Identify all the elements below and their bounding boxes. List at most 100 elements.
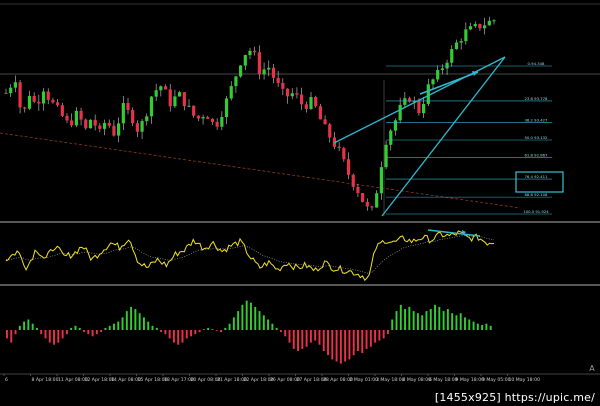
candle-body [300, 94, 304, 105]
histogram-bar [464, 317, 466, 330]
candle-body [304, 104, 308, 109]
candle-body [168, 89, 172, 107]
histogram-bar [113, 323, 115, 330]
histogram-bar [374, 330, 377, 343]
candle-body [248, 50, 252, 56]
histogram-bar [65, 330, 68, 335]
histogram-bar [100, 330, 103, 333]
histogram-bar [292, 330, 295, 349]
histogram-bar [331, 330, 334, 360]
histogram-bar [271, 323, 274, 330]
histogram-bar [108, 325, 111, 330]
candle-body [239, 65, 243, 77]
histogram-bar [220, 330, 222, 333]
candle-body [384, 144, 388, 168]
histogram-bar [309, 330, 312, 343]
histogram-bar [344, 330, 347, 362]
histogram-bar [44, 330, 47, 339]
histogram-bar [485, 323, 488, 330]
candle-body [417, 101, 421, 114]
candle-body [323, 119, 327, 125]
histogram-bar [241, 304, 244, 330]
candle-body [220, 117, 224, 127]
candle-body [361, 193, 365, 202]
histogram-bar [23, 321, 26, 330]
candle-body [41, 91, 46, 104]
candle-body [370, 206, 374, 208]
histogram-bar [155, 327, 158, 330]
time-tick-label: 9 May 18:00 [456, 377, 485, 383]
candle-body [163, 86, 168, 90]
histogram-bar [434, 304, 436, 330]
histogram-bar [117, 321, 120, 330]
histogram-bar [284, 330, 287, 337]
histogram-bar [455, 315, 458, 330]
histogram-bar [95, 330, 98, 335]
candle-body [356, 186, 360, 194]
histogram-bar [327, 330, 329, 356]
histogram-bar [70, 327, 73, 330]
histogram-bar [301, 330, 304, 349]
candle-body [140, 121, 144, 132]
histogram-bar [215, 330, 218, 331]
histogram-bar [104, 327, 107, 330]
histogram-bar [245, 300, 248, 330]
histogram-bar [138, 313, 141, 330]
histogram-bar [348, 330, 351, 360]
candle-body [107, 122, 111, 126]
candle-body [285, 88, 290, 97]
candle-body [79, 110, 83, 120]
fib-level-label: 88.6 92.108 [525, 192, 549, 197]
candle-body [436, 69, 440, 80]
candle-body [271, 67, 276, 78]
candle-body [346, 159, 351, 175]
candle-body [84, 119, 88, 129]
time-tick-label: 6 [5, 377, 8, 383]
candle-body [487, 20, 491, 26]
histogram-bar [185, 330, 188, 339]
candle-body [74, 110, 78, 126]
candle-body [290, 93, 294, 97]
candle-body [93, 119, 97, 126]
histogram-bar [305, 330, 308, 347]
histogram-bar [237, 311, 240, 330]
candle-body [201, 117, 205, 119]
candle-body [51, 99, 55, 103]
candle-body [478, 24, 482, 29]
chart-background [0, 0, 600, 406]
histogram-bar [228, 323, 231, 330]
histogram-bar [404, 309, 407, 330]
candle-body [281, 82, 285, 89]
candle-body [379, 167, 383, 194]
histogram-bar [254, 306, 257, 330]
time-tick-label: 6 May 18:00 [429, 377, 458, 383]
candle-body [468, 26, 473, 30]
candle-body [215, 121, 219, 127]
histogram-bar [416, 313, 419, 330]
time-tick-label: 10 May 18:00 [509, 377, 541, 383]
candle-body [224, 98, 229, 118]
histogram-bar [147, 321, 150, 330]
histogram-bar [262, 315, 265, 330]
candle-body [154, 90, 158, 97]
histogram-bar [339, 330, 342, 364]
candle-body [46, 91, 50, 100]
candle-body [445, 62, 449, 69]
time-tick-label: 2 May 01:00 [350, 377, 379, 383]
histogram-bar [365, 330, 368, 349]
fib-level-label: 100.0 91.924 [523, 209, 549, 214]
candle-body [37, 101, 41, 104]
candle-body [210, 118, 215, 122]
histogram-bar [6, 330, 8, 339]
histogram-bar [451, 313, 454, 330]
candle-body [32, 95, 36, 102]
histogram-bar [369, 330, 372, 347]
candle-body [459, 41, 463, 43]
candle-body [126, 103, 130, 111]
histogram-bar [142, 317, 145, 330]
histogram-bar [224, 327, 227, 330]
histogram-bar [288, 330, 291, 343]
candle-body [98, 125, 102, 129]
candle-body [450, 49, 454, 63]
histogram-bar [352, 330, 355, 356]
